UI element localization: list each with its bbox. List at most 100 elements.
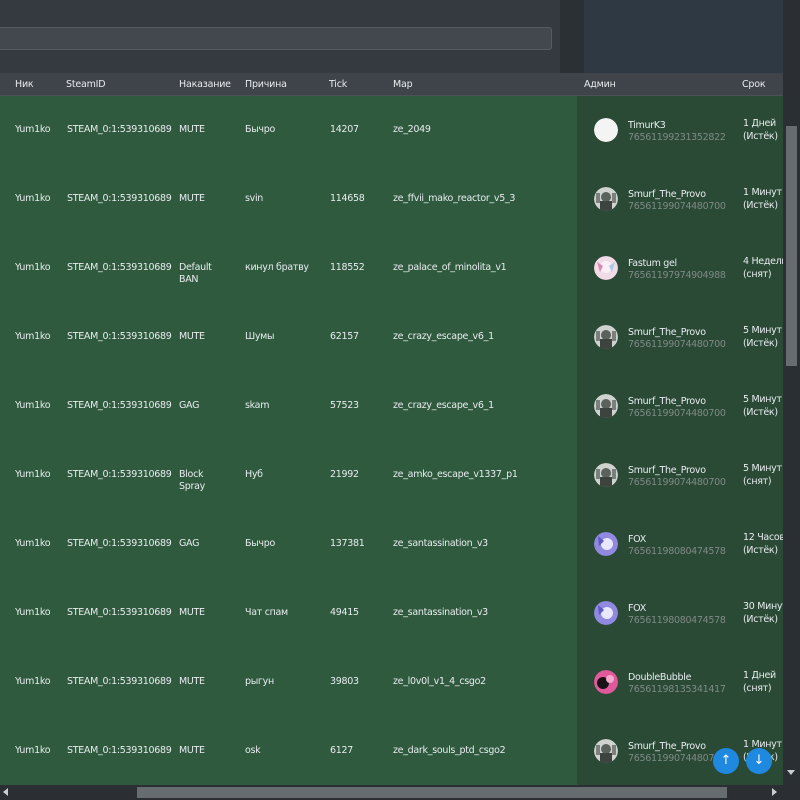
steamid-cell: STEAM_0:1:539310689 [67,400,172,411]
punishment-cell: MUTE [179,331,205,342]
smurf-avatar[interactable] [594,187,618,211]
smurf-avatar[interactable] [594,325,618,349]
header-nick[interactable]: Ник [15,73,34,96]
admin-name[interactable]: Smurf_The_Provo [628,327,706,338]
horizontal-scroll-thumb[interactable] [137,787,727,798]
nick-cell: Yum1ko [15,124,51,135]
admin-name[interactable]: FOX [628,603,646,614]
tick-cell: 137381 [330,538,365,549]
steamid-cell: STEAM_0:1:539310689 [67,124,172,135]
term-status: (Истёк) [743,200,778,211]
steamid-cell: STEAM_0:1:539310689 [67,676,172,687]
punishment-cell: Block Spray [179,469,205,492]
table-row[interactable]: Yum1ko STEAM_0:1:539310689 MUTE Чат спам 494… [0,579,788,648]
nick-cell: Yum1ko [15,400,51,411]
table-row[interactable]: Yum1ko STEAM_0:1:539310689 Block Spray Нуб 2… [0,441,783,510]
admin-name[interactable]: Smurf_The_Provo [628,741,706,752]
term-duration: 12 Часов [743,532,785,543]
blank-avatar[interactable] [594,118,618,142]
map-cell: ze_l0v0l_v1_4_csgo2 [393,676,486,687]
table-header: Ник SteamID Наказание Причина Tick Map А… [0,73,783,96]
search-input[interactable] [0,27,552,50]
table-row[interactable]: Yum1ko STEAM_0:1:539310689 MUTE рыгун 39803 z… [0,648,783,717]
nick-cell: Yum1ko [15,745,51,756]
nick-cell: Yum1ko [15,262,51,273]
tick-cell: 39803 [330,676,359,687]
fox-avatar[interactable] [594,532,618,556]
table-row[interactable]: Yum1ko STEAM_0:1:539310689 MUTE svin 114658 z… [0,165,783,234]
term-duration: 1 Минут [743,187,782,198]
scroll-up-button[interactable]: ↑ [713,748,739,774]
scroll-right-arrow-icon[interactable] [772,788,777,796]
admin-name[interactable]: FOX [628,534,646,545]
header-term[interactable]: Срок [742,73,766,96]
fox-avatar[interactable] [594,601,618,625]
admin-name[interactable]: Smurf_The_Provo [628,189,706,200]
map-cell: ze_santassination_v3 [393,607,488,618]
table-row[interactable]: Yum1ko STEAM_0:1:539310689 GAG skam 57523 ze_… [0,372,783,441]
punishment-cell: Default BAN [179,262,212,285]
scroll-down-arrow-icon[interactable] [787,770,795,775]
map-cell: ze_crazy_escape_v6_1 [393,400,494,411]
horizontal-scrollbar[interactable] [0,785,800,800]
term-status: (Истёк) [743,545,778,556]
map-cell: ze_santassination_v3 [393,538,488,549]
header-tick[interactable]: Tick [329,73,347,96]
admin-steamid: 76561199074480700 [628,753,726,764]
reason-cell: Бычро [245,538,275,549]
admin-name[interactable]: Smurf_The_Provo [628,396,706,407]
header-punishment[interactable]: Наказание [179,73,231,96]
steamid-cell: STEAM_0:1:539310689 [67,193,172,204]
reason-cell: osk [245,745,261,756]
fastum-avatar[interactable] [594,256,618,280]
tick-cell: 118552 [330,262,365,273]
term-status: (снят) [743,683,772,694]
term-status: (Истёк) [743,131,778,142]
header-admin[interactable]: Админ [584,73,616,96]
admin-name[interactable]: DoubleBubble [628,672,691,683]
reason-cell: svin [245,193,264,204]
scroll-left-arrow-icon[interactable] [3,788,8,796]
table-row[interactable]: Yum1ko STEAM_0:1:539310689 MUTE Бычро 14207 z… [0,96,783,165]
reason-cell: Шумы [245,331,275,342]
top-right-panel [584,0,783,73]
tick-cell: 57523 [330,400,359,411]
table-row[interactable]: Yum1ko STEAM_0:1:539310689 MUTE Шумы 62157 ze… [0,303,783,372]
scroll-down-button[interactable]: ↓ [746,748,772,774]
vertical-scroll-thumb[interactable] [786,126,797,366]
steamid-cell: STEAM_0:1:539310689 [67,607,172,618]
doublebubble-avatar[interactable] [594,670,618,694]
arrow-up-icon: ↑ [720,753,732,768]
admin-steamid: 76561197974904988 [628,270,726,281]
term-duration: 5 Минут [743,394,782,405]
term-status: (Истёк) [743,614,778,625]
tick-cell: 14207 [330,124,359,135]
reason-cell: skam [245,400,270,411]
header-reason[interactable]: Причина [245,73,287,96]
tick-cell: 6127 [330,745,353,756]
admin-steamid: 76561198080474578 [628,615,726,626]
admin-name[interactable]: Fastum gel [628,258,677,269]
page: Ник SteamID Наказание Причина Tick Map А… [0,0,800,800]
table-row[interactable]: Yum1ko STEAM_0:1:539310689 MUTE osk 6127 ze_d… [0,717,783,786]
smurf-avatar[interactable] [594,739,618,763]
smurf-avatar[interactable] [594,394,618,418]
punishment-cell: MUTE [179,124,205,135]
admin-name[interactable]: Smurf_The_Provo [628,465,706,476]
smurf-avatar[interactable] [594,463,618,487]
term-duration: 5 Минут [743,325,782,336]
table-row[interactable]: Yum1ko STEAM_0:1:539310689 Default BAN кину… [0,234,787,303]
map-cell: ze_dark_souls_ptd_csgo2 [393,745,506,756]
header-steamid[interactable]: SteamID [66,73,106,96]
term-duration: 4 Недель [743,256,787,267]
vertical-scrollbar[interactable] [783,96,800,785]
table-row[interactable]: Yum1ko STEAM_0:1:539310689 GAG Бычро 137381 z… [0,510,785,579]
admin-steamid: 76561198135341417 [628,684,726,695]
header-map[interactable]: Map [393,73,413,96]
steamid-cell: STEAM_0:1:539310689 [67,538,172,549]
admin-steamid: 76561199074480700 [628,201,726,212]
arrow-down-icon: ↓ [753,753,765,768]
admin-name[interactable]: TimurK3 [628,120,666,131]
admin-steamid: 76561199231352822 [628,132,726,143]
punishment-cell: GAG [179,538,200,549]
